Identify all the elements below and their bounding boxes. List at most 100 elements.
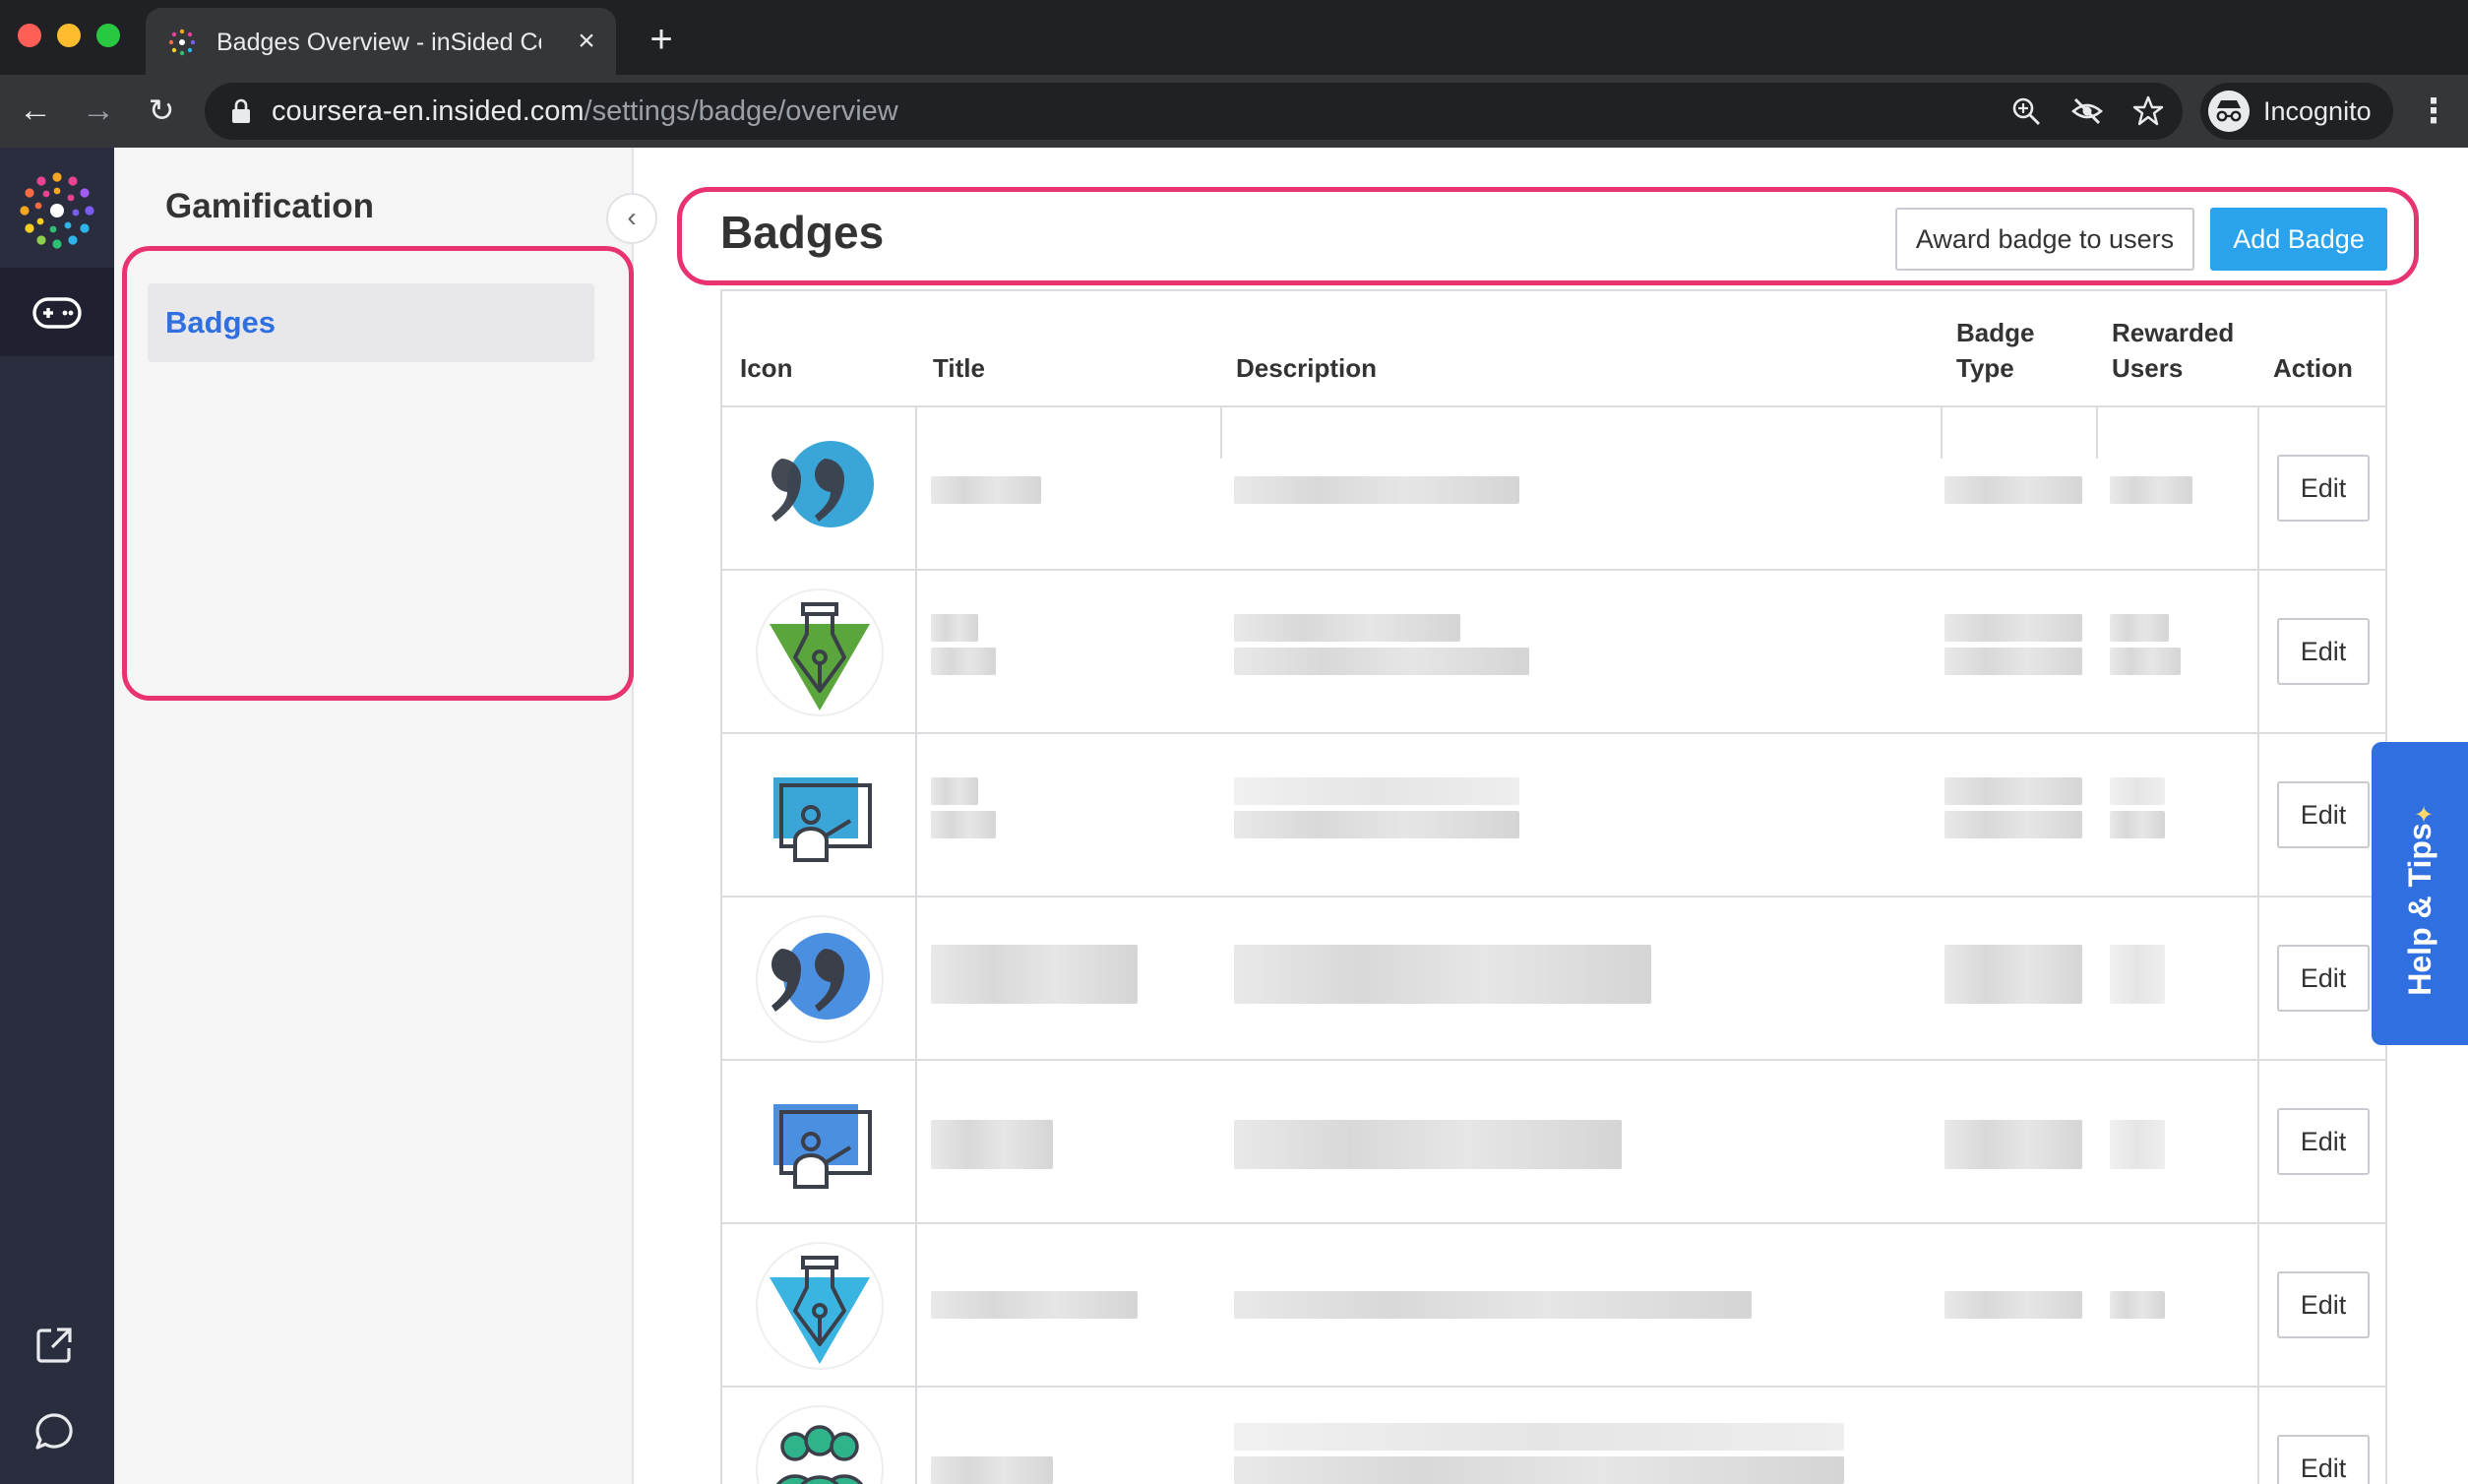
redacted-title — [931, 648, 996, 675]
table-row: Edit — [722, 571, 2385, 734]
app-nav-rail — [0, 148, 114, 1484]
edit-button[interactable]: Edit — [2277, 1108, 2370, 1175]
add-badge-button[interactable]: Add Badge — [2210, 208, 2387, 271]
redacted-title — [931, 811, 996, 838]
badge-icon-cell — [722, 571, 917, 732]
table-header: Icon Title Description Badge Type Reward… — [722, 291, 2385, 407]
edit-button[interactable]: Edit — [2277, 455, 2370, 522]
badge-icon-cell — [722, 734, 917, 896]
redacted-description — [1234, 476, 1519, 504]
group-people-icon — [756, 1405, 884, 1484]
redacted-title — [931, 1456, 1053, 1484]
incognito-profile-button[interactable]: Incognito — [2200, 83, 2393, 140]
redacted-rewarded-users — [2110, 1120, 2165, 1169]
browser-tab-bar: Badges Overview - inSided Co × + — [0, 0, 2468, 75]
close-window-button[interactable] — [18, 24, 41, 47]
badge-icon-cell — [722, 407, 917, 569]
action-cell: Edit — [2257, 407, 2385, 569]
reload-icon[interactable]: ↻ — [142, 91, 181, 130]
redacted-description — [1234, 648, 1529, 675]
pen-nib-icon — [756, 588, 884, 716]
tab-close-icon[interactable]: × — [569, 24, 604, 59]
badges-table: Icon Title Description Badge Type Reward… — [720, 289, 2387, 1484]
redacted-title — [931, 614, 978, 642]
column-header-rewarded-users: Rewarded Users — [2112, 318, 2235, 383]
redacted-rewarded-users — [2110, 648, 2181, 675]
help-and-tips-button[interactable]: ✦ Help & Tips — [2372, 742, 2468, 1045]
tab-title: Badges Overview - inSided Co — [216, 29, 541, 56]
pen-nib-icon — [756, 1242, 884, 1370]
zoom-icon[interactable] — [2009, 94, 2043, 128]
action-cell: Edit — [2257, 1061, 2385, 1222]
column-header-description: Description — [1236, 353, 1378, 383]
eye-off-icon[interactable] — [2070, 94, 2104, 128]
badge-icon-cell — [722, 1388, 917, 1484]
table-row: Edit — [722, 734, 2385, 897]
table-row: Edit — [722, 1388, 2385, 1484]
redacted-description — [1234, 1291, 1752, 1319]
redacted-description — [1234, 614, 1460, 642]
redacted-title — [931, 1120, 1053, 1169]
browser-menu-icon[interactable]: ⋮ — [2417, 91, 2450, 132]
incognito-icon — [2208, 91, 2250, 132]
redacted-rewarded-users — [2110, 476, 2192, 504]
url-text: coursera-en.insided.com/settings/badge/o… — [272, 95, 898, 127]
redacted-rewarded-users — [2110, 945, 2165, 1004]
action-cell: Edit — [2257, 1388, 2385, 1484]
badge-icon-cell — [722, 1224, 917, 1386]
edit-button[interactable]: Edit — [2277, 781, 2370, 848]
column-header-title: Title — [933, 353, 985, 383]
gamepad-icon[interactable] — [31, 295, 83, 331]
action-cell: Edit — [2257, 734, 2385, 896]
redacted-description — [1234, 1456, 1844, 1484]
redacted-rewarded-users — [2110, 1291, 2165, 1319]
forward-arrow-icon[interactable]: → — [79, 91, 118, 130]
badge-icon-cell — [722, 1061, 917, 1222]
action-cell: Edit — [2257, 1224, 2385, 1386]
table-row: Edit — [722, 1224, 2385, 1388]
browser-tab-active[interactable]: Badges Overview - inSided Co × — [146, 8, 616, 75]
collapse-sidebar-chevron-icon[interactable]: ‹ — [606, 193, 657, 244]
edit-button[interactable]: Edit — [2277, 1271, 2370, 1338]
redacted-badge-type — [1944, 614, 2082, 642]
incognito-label: Incognito — [2263, 96, 2372, 126]
redacted-badge-type — [1944, 1120, 2082, 1169]
edit-button[interactable]: Edit — [2277, 1435, 2370, 1484]
column-divider — [1220, 407, 1222, 459]
help-and-tips-label: Help & Tips — [2402, 823, 2437, 996]
redacted-description — [1234, 777, 1519, 805]
redacted-title — [931, 1291, 1138, 1319]
column-divider — [2096, 407, 2098, 459]
redacted-rewarded-users — [2110, 614, 2169, 642]
table-row: Edit — [722, 897, 2385, 1061]
back-arrow-icon[interactable]: ← — [16, 91, 55, 130]
column-divider — [1941, 407, 1943, 459]
sidebar-item-badges[interactable]: Badges — [148, 283, 594, 362]
quote-bubble-icon — [771, 441, 874, 527]
sidebar-item-label: Badges — [165, 305, 276, 340]
address-bar[interactable]: coursera-en.insided.com/settings/badge/o… — [205, 83, 2183, 140]
table-row: Edit — [722, 407, 2385, 571]
page-title: Badges — [720, 207, 885, 258]
edit-button[interactable]: Edit — [2277, 945, 2370, 1012]
redacted-badge-type — [1944, 811, 2082, 838]
redacted-title — [931, 476, 1041, 504]
badge-icon-cell — [722, 897, 917, 1059]
minimize-window-button[interactable] — [57, 24, 81, 47]
external-link-icon[interactable] — [33, 1325, 75, 1366]
table-row: Edit — [722, 1061, 2385, 1224]
settings-sidebar: Gamification Badges — [114, 148, 634, 1484]
maximize-window-button[interactable] — [96, 24, 120, 47]
redacted-rewarded-users — [2110, 777, 2165, 805]
new-tab-button[interactable]: + — [642, 20, 681, 59]
redacted-badge-type — [1944, 476, 2082, 504]
edit-button[interactable]: Edit — [2277, 618, 2370, 685]
action-cell: Edit — [2257, 571, 2385, 732]
insided-logo-icon[interactable] — [14, 167, 100, 254]
chat-bubble-icon[interactable] — [33, 1411, 75, 1453]
redacted-badge-type — [1944, 1291, 2082, 1319]
column-header-icon: Icon — [740, 353, 793, 383]
redacted-description — [1234, 945, 1651, 1004]
star-bookmark-icon[interactable] — [2131, 94, 2165, 128]
award-badge-button[interactable]: Award badge to users — [1895, 208, 2194, 271]
